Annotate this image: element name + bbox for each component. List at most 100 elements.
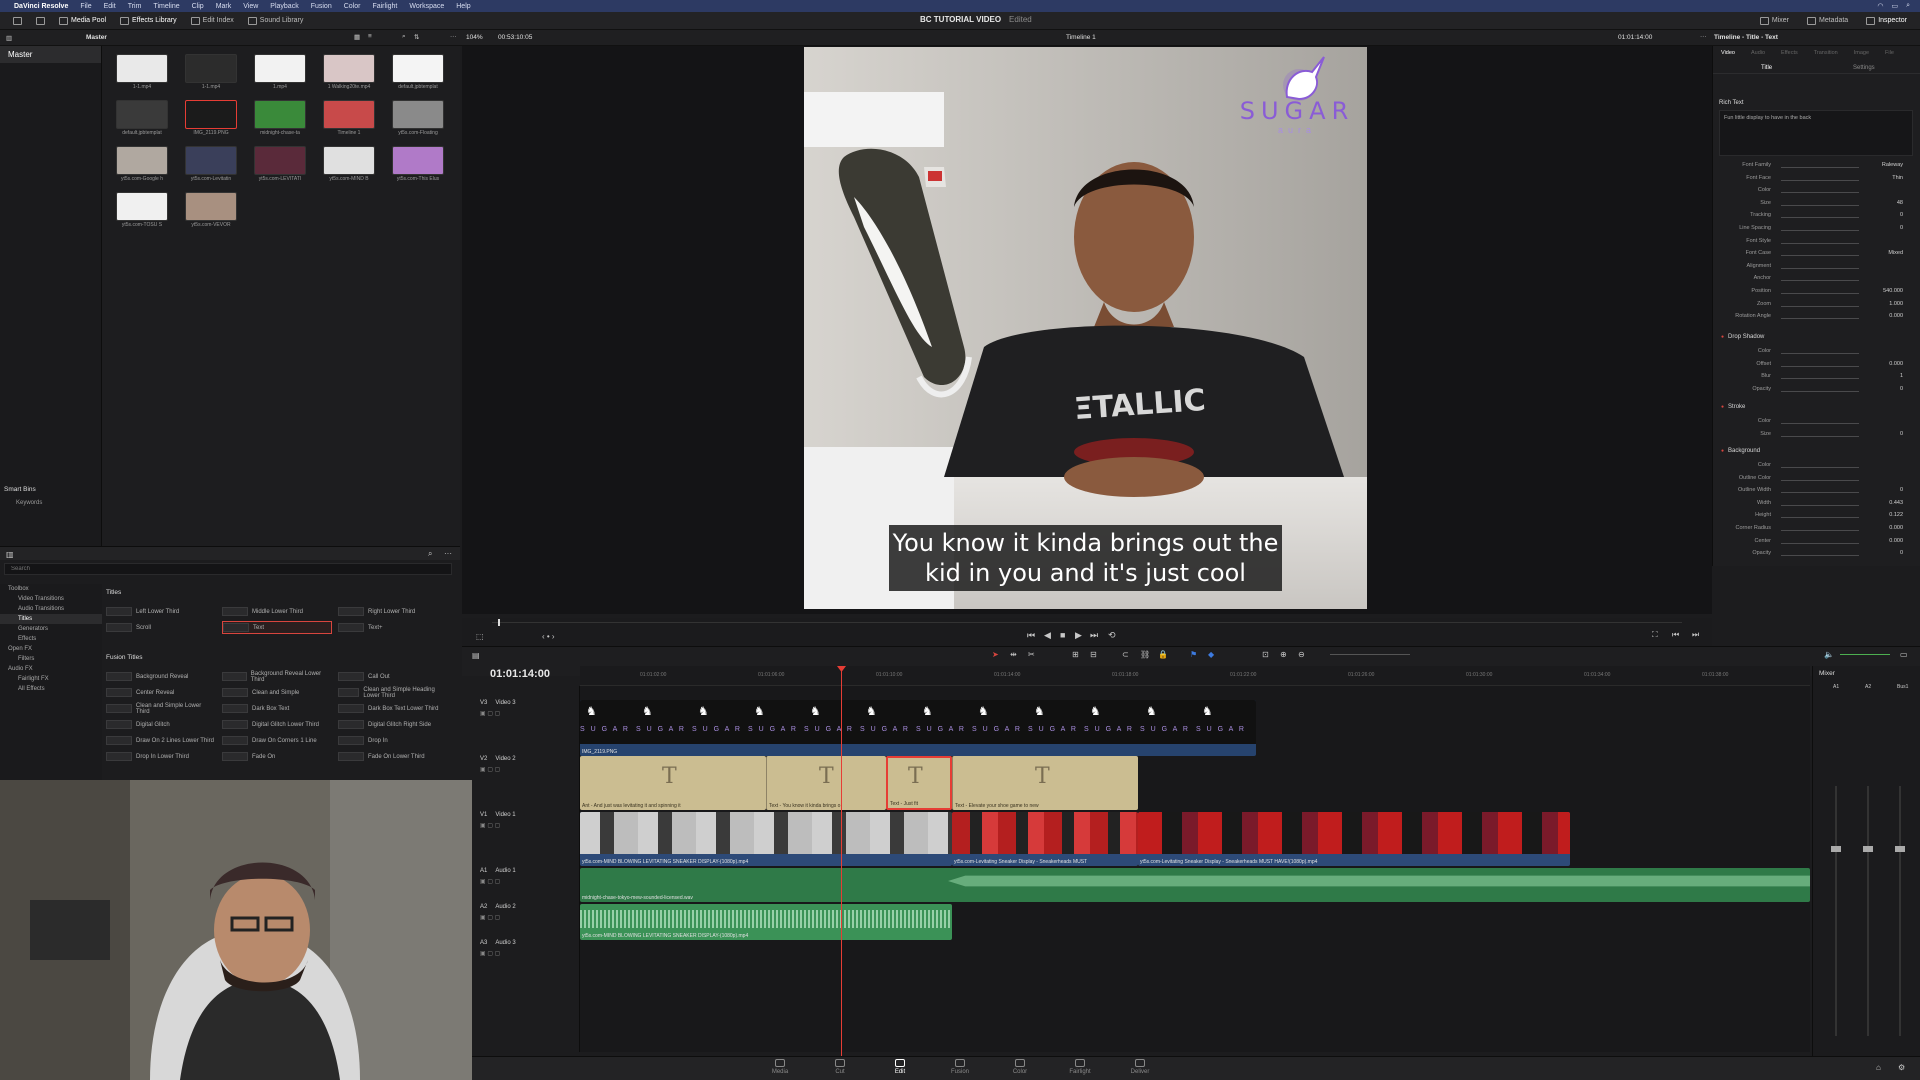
tree-all-effects[interactable]: All Effects (0, 684, 102, 694)
fusion-title-item[interactable]: Call Out (338, 670, 448, 683)
track-header[interactable]: V1 Video 1 ▣ ▢ ▢ (472, 812, 580, 829)
media-clip[interactable]: 1-1.mp4 (185, 54, 237, 94)
effects-search-input[interactable] (4, 563, 452, 575)
inspector-row[interactable]: Outline Width 0 (1713, 487, 1920, 497)
bin-list-icon[interactable]: ▥ (6, 34, 12, 42)
battery-icon[interactable]: ▭ (1891, 2, 1898, 10)
mark-out-icon[interactable]: ⏭ (1692, 630, 1699, 640)
search-icon[interactable]: ⌕ (1906, 2, 1910, 10)
track-header[interactable]: A3 Audio 3 ▣ ▢ ▢ (472, 940, 580, 957)
media-clip[interactable]: yt5s.com-Google h (116, 146, 168, 186)
media-clip[interactable]: IMG_2119.PNG (185, 100, 237, 140)
effects-library-button[interactable]: Effects Library (113, 14, 184, 28)
video-clip-mind-blowing[interactable]: yt5s.com-MIND BLOWING LEVITATING SNEAKER… (580, 812, 952, 866)
param-slider[interactable] (1781, 179, 1859, 181)
inspector-row[interactable]: Width 0.443 (1713, 500, 1920, 510)
track-header[interactable]: A1 Audio 1 ▣ ▢ ▢ (472, 868, 580, 885)
param-slider[interactable] (1781, 378, 1859, 380)
param-slider[interactable] (1781, 542, 1859, 544)
tree-video-transitions[interactable]: Video Transitions (0, 594, 102, 604)
inspector-row[interactable]: Size 48 (1713, 200, 1920, 210)
page-media[interactable]: Media (762, 1059, 798, 1075)
inspector-row[interactable]: Rotation Angle 0.000 (1713, 313, 1920, 323)
subtitle-text[interactable]: You know it kinda brings out the kid in … (889, 525, 1282, 591)
snapping-icon[interactable]: ⊂ (1122, 650, 1129, 659)
inspector-row[interactable]: Font Face Thin (1713, 175, 1920, 185)
sound-library-button[interactable]: Sound Library (241, 14, 311, 28)
fader-knob-bus1[interactable] (1895, 846, 1905, 852)
edit-index-button[interactable]: Edit Index (184, 14, 241, 28)
param-slider[interactable] (1781, 305, 1859, 307)
tree-audio-fx[interactable]: Audio FX (0, 664, 102, 674)
media-clip[interactable]: yt5s.com-Levitatin (185, 146, 237, 186)
volume-icon[interactable]: 🔈 (1824, 650, 1834, 659)
inspector-row[interactable]: Blur 1 (1713, 373, 1920, 383)
menu-edit[interactable]: Edit (104, 3, 116, 10)
inspector-row[interactable]: Size 0 (1713, 431, 1920, 441)
inspector-row[interactable]: Alignment (1713, 263, 1920, 273)
media-clip[interactable]: midnight-chase-ta (254, 100, 306, 140)
param-slider[interactable] (1781, 479, 1859, 481)
tree-filters[interactable]: Filters (0, 654, 102, 664)
inspector-row[interactable]: Font Style (1713, 238, 1920, 248)
overwrite-clip-icon[interactable]: ⊟ (1090, 650, 1097, 659)
insert-clip-icon[interactable]: ⊞ (1072, 650, 1079, 659)
track-header[interactable]: V3 Video 3 ▣ ▢ ▢ (472, 700, 580, 717)
param-slider[interactable] (1781, 353, 1859, 354)
menu-workspace[interactable]: Workspace (409, 3, 444, 10)
param-slider[interactable] (1781, 423, 1859, 424)
menu-view[interactable]: View (243, 3, 258, 10)
lock-icon[interactable]: 🔒 (1158, 650, 1168, 659)
fusion-title-item[interactable]: Clean and Simple Heading Lower Third (338, 686, 448, 699)
fader-knob-a1[interactable] (1831, 846, 1841, 852)
fusion-title-item[interactable]: Draw On 2 Lines Lower Third (106, 734, 216, 747)
fusion-title-item[interactable]: Fade On (222, 750, 332, 763)
menu-playback[interactable]: Playback (270, 3, 298, 10)
tree-titles[interactable]: Titles (0, 614, 102, 624)
param-slider[interactable] (1781, 255, 1859, 257)
track-header[interactable]: V2 Video 2 ▣ ▢ ▢ (472, 756, 580, 773)
param-slider[interactable] (1781, 318, 1859, 320)
loop-icon[interactable]: ⟲ (1108, 630, 1116, 641)
param-slider[interactable] (1781, 517, 1859, 519)
inspector-row[interactable]: Center 0.000 (1713, 538, 1920, 548)
menu-trim[interactable]: Trim (128, 3, 142, 10)
media-pool-button[interactable]: Media Pool (52, 14, 113, 28)
video-clip-levitating-1[interactable]: yt5s.com-Levitating Sneaker Display - Sn… (952, 812, 1138, 866)
inspector-row[interactable]: Line Spacing 0 (1713, 225, 1920, 235)
track-controls[interactable]: ▣ ▢ ▢ (480, 950, 580, 957)
menu-fairlight[interactable]: Fairlight (372, 3, 397, 10)
title-middle-lower-third[interactable]: Middle Lower Third (222, 605, 332, 618)
inspector-row[interactable]: Color (1713, 187, 1920, 197)
title-clip-1[interactable]: T Ant - And just was levitating it and sp… (580, 756, 766, 810)
rich-text-input[interactable]: Fun little display to have in the back (1719, 110, 1913, 156)
tab-audio[interactable]: Audio (1751, 50, 1765, 56)
page-fairlight[interactable]: Fairlight (1062, 1059, 1098, 1075)
audio-clip-mind-blowing[interactable]: yt5s.com-MIND BLOWING LEVITATING SNEAKER… (580, 904, 952, 940)
zoom-full-icon[interactable]: ⊡ (1262, 650, 1269, 659)
media-clip[interactable]: default.jpbtemplat (116, 100, 168, 140)
app-menu[interactable]: DaVinci Resolve (14, 3, 68, 10)
inspector-row[interactable]: Corner Radius 0.000 (1713, 525, 1920, 535)
fusion-title-item[interactable]: Background Reveal (106, 670, 216, 683)
media-clip[interactable]: Timeline 1 (323, 100, 375, 140)
inspector-row[interactable]: Color (1713, 348, 1920, 358)
blade-tool-icon[interactable]: ✂ (1028, 650, 1035, 659)
param-slider[interactable] (1781, 530, 1859, 531)
fusion-title-item[interactable]: Digital Glitch Lower Third (222, 718, 332, 731)
nav-arrows-icon[interactable]: ‹ • › (542, 632, 555, 641)
bin-master[interactable]: Master (0, 46, 101, 63)
media-clip[interactable]: 1 Walking20te.mp4 (323, 54, 375, 94)
title-text[interactable]: Text (222, 621, 332, 634)
media-clip[interactable]: yt5s.com-TOSU S (116, 192, 168, 232)
tree-open-fx[interactable]: Open FX (0, 644, 102, 654)
param-slider[interactable] (1781, 365, 1859, 367)
inspector-row[interactable]: Offset 0.000 (1713, 361, 1920, 371)
media-clip[interactable]: yt5s.com-Floating (392, 100, 444, 140)
param-slider[interactable] (1781, 242, 1859, 244)
inspector-row[interactable]: Opacity 0 (1713, 550, 1920, 560)
inspector-button[interactable]: Inspector (1859, 14, 1914, 28)
video-clip-levitating-2[interactable]: yt5s.com-Levitating Sneaker Display - Sn… (1138, 812, 1570, 866)
sort-icon[interactable]: ⇅ (414, 33, 419, 41)
inspector-row[interactable]: Color (1713, 462, 1920, 472)
